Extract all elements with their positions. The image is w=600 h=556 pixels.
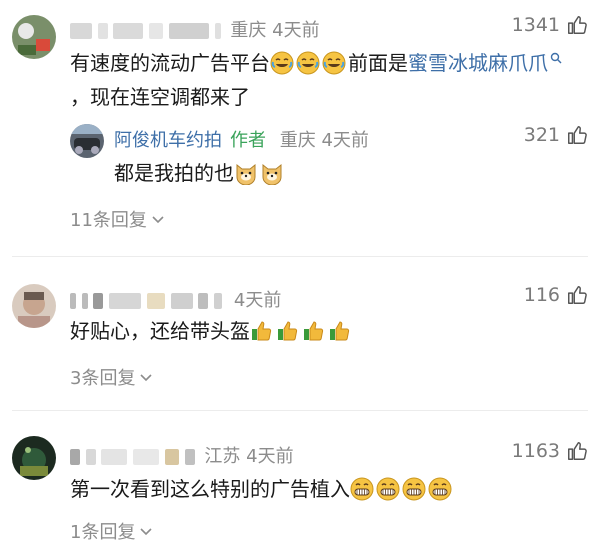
comment-text-content: 好贴心，还给带头盔 [70, 319, 250, 343]
comment-text: 好贴心，还给带头盔 [70, 314, 354, 348]
doge-face-emoji [262, 163, 282, 185]
reply-time: 4天前 [321, 130, 369, 151]
comment-location-partial: 江苏 [204, 446, 241, 467]
face-with-tears-of-joy-emoji [296, 51, 320, 75]
like-count: 1163 [511, 440, 560, 462]
like-button[interactable]: 1341 [512, 14, 588, 36]
replies-label: 1条回复 [70, 522, 136, 543]
view-replies-button[interactable]: 11条回复 [70, 206, 165, 232]
comment-text-content: 第一次看到这么特别的广告植入 [70, 477, 350, 501]
face-with-tears-of-joy-emoji [322, 51, 346, 75]
search-link-text: 蜜雪冰城麻爪爪 [408, 51, 548, 75]
search-icon [550, 52, 562, 64]
search-link[interactable]: 蜜雪冰城麻爪爪 [408, 51, 562, 75]
grinning-face-emoji [428, 477, 452, 501]
reply-meta: 阿俊机车约拍 作者 重庆 4天前 [114, 126, 369, 152]
comment-meta: 重庆 4天前 [70, 16, 320, 42]
reply-like-button[interactable]: 321 [524, 124, 588, 146]
grinning-face-emoji [350, 477, 374, 501]
thumbs-up-emoji [252, 321, 272, 341]
comment-text-part: 有速度的流动广告平台 [70, 51, 270, 75]
replies-label: 11条回复 [70, 210, 147, 231]
view-replies-button[interactable]: 3条回复 [70, 364, 153, 390]
thumbs-up-emoji [330, 321, 350, 341]
comment-text-part: 前面是 [348, 51, 408, 75]
comment-location: 重庆 [230, 20, 267, 41]
chevron-down-icon [140, 528, 153, 536]
comment-meta: 4天前 [70, 286, 281, 312]
like-count: 116 [523, 284, 560, 306]
comment-time: 4天前 [233, 290, 282, 311]
reply-text-content: 都是我拍的也 [114, 161, 234, 185]
thumbs-up-outline-icon [568, 442, 587, 460]
thumbs-up-outline-icon [568, 286, 587, 304]
thumbs-up-outline-icon [568, 16, 587, 34]
reply-text: 都是我拍的也 [114, 156, 286, 190]
thumbs-up-outline-icon [568, 126, 587, 144]
grinning-face-emoji [402, 477, 426, 501]
comment-text: 第一次看到这么特别的广告植入 [70, 472, 454, 506]
replies-label: 3条回复 [70, 368, 136, 389]
comment-time: 4天前 [246, 446, 294, 467]
view-replies-button[interactable]: 1条回复 [70, 518, 153, 544]
like-count: 1341 [511, 14, 560, 36]
grinning-face-emoji [376, 477, 400, 501]
reply-author[interactable]: 阿俊机车约拍 [114, 130, 222, 151]
reply-avatar[interactable] [70, 124, 104, 158]
author-tag: 作者 [230, 130, 266, 151]
reply-location: 重庆 [279, 130, 316, 151]
comment-time: 4天前 [272, 20, 320, 41]
avatar[interactable] [12, 284, 56, 328]
doge-face-emoji [236, 163, 256, 185]
like-button[interactable]: 116 [524, 284, 588, 306]
thumbs-up-emoji [278, 321, 298, 341]
thumbs-up-emoji [304, 321, 324, 341]
reply-like-count: 321 [523, 124, 560, 146]
comment-meta: 江苏 4天前 [70, 442, 294, 468]
divider [12, 410, 588, 411]
chevron-down-icon [140, 374, 153, 382]
comment-text-line2: ，现在连空调都来了 [70, 85, 250, 109]
avatar[interactable] [12, 436, 56, 480]
chevron-down-icon [152, 216, 164, 224]
like-button[interactable]: 1163 [512, 440, 588, 462]
comment-text: 有速度的流动广告平台 前面是蜜雪冰城麻爪爪 ，现在连空调都来了 [70, 46, 590, 114]
face-with-tears-of-joy-emoji [270, 51, 294, 75]
divider [12, 256, 588, 257]
avatar[interactable] [12, 15, 56, 59]
